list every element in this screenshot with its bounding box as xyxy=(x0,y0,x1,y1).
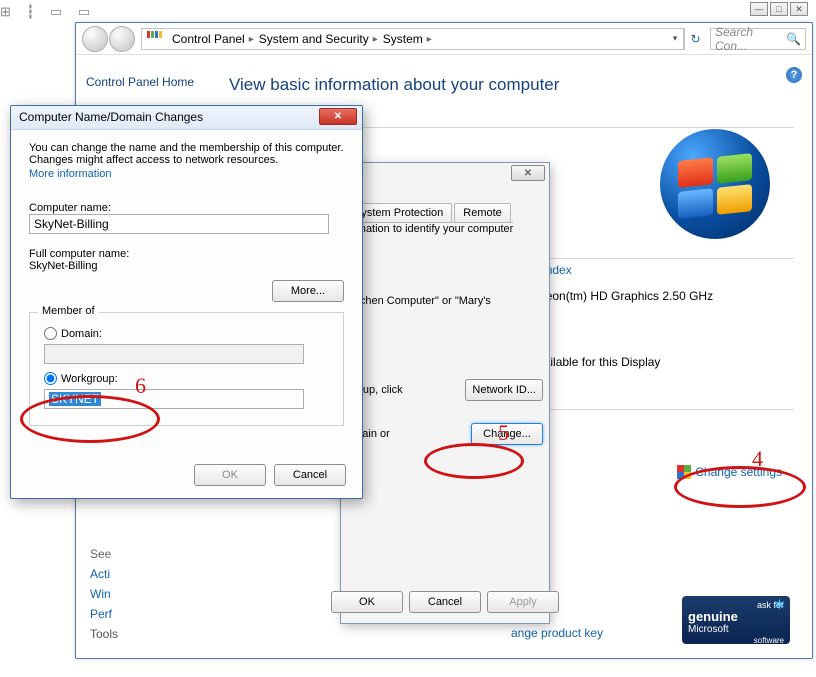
sysprop-ok-button[interactable]: OK xyxy=(331,591,403,613)
see-also-link[interactable]: Acti xyxy=(90,564,118,584)
see-also-header: See xyxy=(90,544,118,564)
windows-logo-icon xyxy=(660,129,770,239)
computer-name-input[interactable] xyxy=(29,214,329,234)
computer-name-label: Computer name: xyxy=(29,202,344,214)
change-settings-label: Change settings xyxy=(695,465,782,479)
sysprop-cancel-button[interactable]: Cancel xyxy=(409,591,481,613)
control-panel-home-link[interactable]: Control Panel Home xyxy=(86,75,201,89)
close-button[interactable]: ✕ xyxy=(790,2,808,16)
computer-name-dialog: Computer Name/Domain Changes ✕ You can c… xyxy=(10,105,363,499)
tool-glyphs: ⊞ ┇ ▭ ▭ xyxy=(0,4,96,20)
sysprop-tabs: System Protection Remote xyxy=(345,203,513,223)
member-of-group: Member of Domain: Workgroup: SKYNET xyxy=(29,312,344,426)
workgroup-value: SKYNET xyxy=(49,392,101,406)
refresh-button[interactable]: ↻ xyxy=(684,28,706,50)
search-icon: 🔍 xyxy=(786,32,801,46)
crumb-system[interactable]: System xyxy=(377,32,431,46)
minimize-button[interactable]: — xyxy=(750,2,768,16)
rename-ok-button[interactable]: OK xyxy=(194,464,266,486)
rename-cancel-button[interactable]: Cancel xyxy=(274,464,346,486)
sysprop-desc: ormation to identify your computer xyxy=(347,223,543,235)
search-placeholder: Search Con... xyxy=(715,25,786,53)
control-panel-icon xyxy=(146,31,162,47)
nav-back-button[interactable] xyxy=(82,26,108,52)
shield-icon xyxy=(677,465,691,479)
system-properties-dialog: ✕ System Protection Remote ormation to i… xyxy=(340,162,550,624)
see-also-link[interactable]: Win xyxy=(90,584,118,604)
address-toolbar: Control Panel System and Security System… xyxy=(76,23,812,55)
see-also-link[interactable]: Perf xyxy=(90,604,118,624)
crumb-control-panel[interactable]: Control Panel xyxy=(166,32,253,46)
workgroup-radio[interactable]: Workgroup: xyxy=(44,372,329,385)
crumb-sys-security[interactable]: System and Security xyxy=(253,32,377,46)
change-settings-link[interactable]: Change settings xyxy=(677,465,782,479)
dialog-close-button[interactable]: ✕ xyxy=(319,108,357,125)
dialog-info-text: You can change the name and the membersh… xyxy=(29,142,344,166)
more-information-link[interactable]: More information xyxy=(29,168,344,180)
maximize-button[interactable]: □ xyxy=(770,2,788,16)
workgroup-input[interactable]: SKYNET xyxy=(44,389,304,409)
product-key-link[interactable]: ange product key xyxy=(511,626,603,640)
see-also: See Acti Win Perf Tools xyxy=(90,544,118,644)
outer-window-strip: ⊞ ┇ ▭ ▭ — □ ✕ xyxy=(0,0,816,22)
sysprop-example: Kitchen Computer" or "Mary's xyxy=(347,295,543,307)
member-of-legend: Member of xyxy=(38,305,99,317)
full-computer-name-value: SkyNet-Billing xyxy=(29,260,344,272)
sysprop-close-button[interactable]: ✕ xyxy=(511,165,545,181)
annotation-label-5: 5 xyxy=(498,420,509,446)
nav-forward-button[interactable] xyxy=(109,26,135,52)
full-computer-name-label: Full computer name: xyxy=(29,248,344,260)
domain-input xyxy=(44,344,304,364)
page-title: View basic information about your comput… xyxy=(229,75,794,95)
annotation-label-4: 4 xyxy=(752,446,763,472)
see-also-link[interactable]: Tools xyxy=(90,624,118,644)
more-button[interactable]: More... xyxy=(272,280,344,302)
search-input[interactable]: Search Con... 🔍 xyxy=(710,28,806,50)
tab-remote[interactable]: Remote xyxy=(454,203,511,222)
breadcrumb-bar[interactable]: Control Panel System and Security System… xyxy=(141,28,684,50)
dialog-title: Computer Name/Domain Changes ✕ xyxy=(11,106,362,130)
domain-radio[interactable]: Domain: xyxy=(44,327,329,340)
address-dropdown-icon[interactable]: ▾ xyxy=(667,33,683,44)
annotation-label-6: 6 xyxy=(135,373,146,399)
genuine-badge: ask for genuine Microsoft software ✶ xyxy=(682,596,790,644)
sysprop-apply-button[interactable]: Apply xyxy=(487,591,559,613)
network-id-button[interactable]: Network ID... xyxy=(465,379,543,401)
